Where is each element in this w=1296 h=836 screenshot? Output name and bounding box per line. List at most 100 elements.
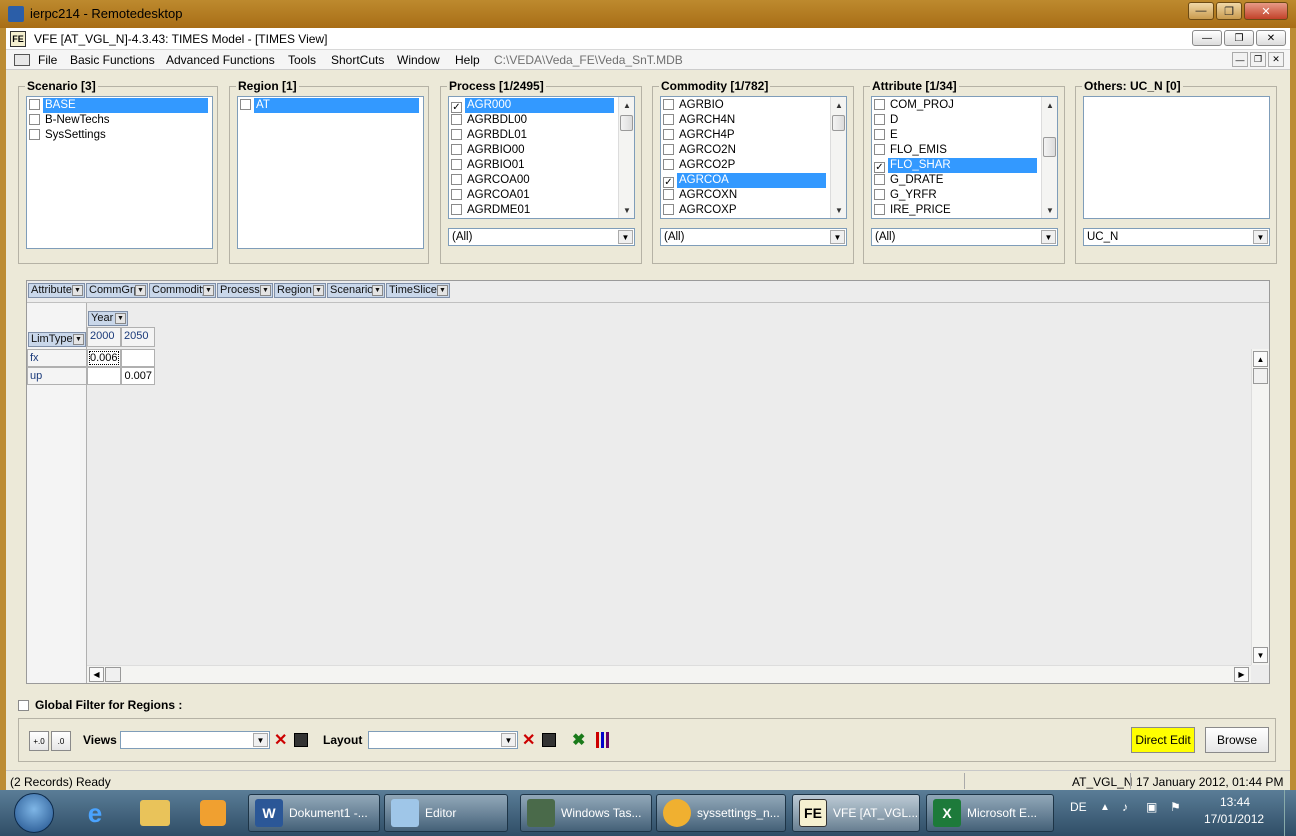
attribute-list[interactable]: COM_PROJ D E FLO_EMIS ✓ FLO_SHAR G_DRATE … [871, 96, 1058, 219]
commodity-scrollbar[interactable]: ▲ ▼ [830, 97, 846, 218]
browse-button[interactable]: Browse [1205, 727, 1269, 753]
list-item[interactable]: AGRCO2N [663, 143, 738, 158]
menu-help[interactable]: Help [455, 53, 480, 67]
menu-basic-functions[interactable]: Basic Functions [70, 53, 155, 67]
checkbox[interactable]: ✓ [663, 177, 674, 188]
delete-layout-icon[interactable]: ✕ [522, 730, 535, 750]
app-titlebar[interactable]: FE VFE [AT_VGL_N]-4.3.43: TIMES Model - … [6, 28, 1290, 50]
checkbox[interactable] [874, 144, 885, 155]
checkbox[interactable] [663, 144, 674, 155]
chevron-down-icon[interactable]: ▼ [253, 733, 268, 747]
checkbox[interactable] [663, 129, 674, 140]
menu-shortcuts[interactable]: ShortCuts [331, 53, 384, 67]
clock-time[interactable]: 13:44 [1220, 795, 1250, 809]
checkbox[interactable] [874, 189, 885, 200]
checkbox[interactable] [451, 129, 462, 140]
checkbox[interactable] [29, 129, 40, 140]
chevron-down-icon[interactable]: ▼ [260, 285, 271, 296]
scroll-right-icon[interactable]: ▶ [1234, 667, 1249, 682]
mdi-restore-button[interactable]: ❐ [1250, 52, 1266, 67]
scroll-down-icon[interactable]: ▼ [1253, 647, 1268, 663]
list-item[interactable]: D [874, 113, 900, 128]
list-item[interactable]: AGRBDL01 [451, 128, 529, 143]
others-combo[interactable]: UC_N ▼ [1083, 228, 1270, 246]
field-scenario[interactable]: Scenario ▼ [327, 283, 385, 298]
chevron-down-icon[interactable]: ▼ [501, 733, 516, 747]
scroll-up-icon[interactable]: ▲ [1253, 351, 1268, 367]
increase-decimals-button[interactable]: +.0 [29, 731, 49, 751]
column-header-2000[interactable]: 2000 [87, 327, 121, 347]
minimize-button[interactable]: — [1188, 2, 1214, 20]
checkbox[interactable] [663, 204, 674, 215]
list-item[interactable]: G_YRFR [874, 188, 939, 203]
list-item[interactable]: IRE_PRICE [874, 203, 953, 218]
global-filter-checkbox[interactable] [18, 700, 29, 711]
scroll-up-icon[interactable]: ▲ [831, 97, 847, 113]
field-process[interactable]: Process ▼ [217, 283, 273, 298]
scroll-down-icon[interactable]: ▼ [831, 202, 847, 218]
checkbox[interactable] [29, 114, 40, 125]
data-cell[interactable]: 0.007 [121, 367, 155, 385]
commodity-list[interactable]: AGRBIO AGRCH4N AGRCH4P AGRCO2N AGRCO2P ✓… [660, 96, 847, 219]
scroll-thumb[interactable] [832, 115, 845, 131]
list-item[interactable]: AGRCOXP [663, 203, 739, 218]
chevron-down-icon[interactable]: ▼ [372, 285, 383, 296]
attribute-scrollbar[interactable]: ▲ ▼ [1041, 97, 1057, 218]
list-item[interactable]: AGRCOA00 [451, 173, 532, 188]
decrease-decimals-button[interactable]: .0 [51, 731, 71, 751]
menu-tools[interactable]: Tools [288, 53, 316, 67]
grid-vertical-scrollbar[interactable]: ▲ ▼ [1251, 349, 1269, 665]
list-item[interactable]: AGRCO2P [663, 158, 737, 173]
field-year[interactable]: Year ▼ [88, 311, 128, 326]
scroll-thumb[interactable] [620, 115, 633, 131]
chevron-down-icon[interactable]: ▼ [618, 230, 633, 244]
checkbox[interactable] [240, 99, 251, 110]
list-item[interactable]: AGRDME01 [451, 203, 532, 218]
chevron-down-icon[interactable]: ▼ [72, 285, 83, 296]
checkbox[interactable] [29, 99, 40, 110]
scroll-down-icon[interactable]: ▼ [619, 202, 635, 218]
language-indicator[interactable]: DE [1070, 800, 1087, 814]
app-close-button[interactable]: ✕ [1256, 30, 1286, 46]
chevron-down-icon[interactable]: ▼ [115, 313, 126, 324]
media-player-icon[interactable] [200, 800, 226, 826]
data-cell[interactable] [121, 349, 155, 367]
show-desktop-button[interactable] [1284, 790, 1296, 836]
explorer-icon[interactable] [140, 800, 170, 826]
list-item[interactable]: AGRCOXN [663, 188, 739, 203]
list-item[interactable]: E [874, 128, 900, 143]
start-button[interactable] [14, 793, 54, 833]
save-layout-icon[interactable] [542, 733, 556, 747]
scroll-thumb[interactable] [1043, 137, 1056, 157]
list-item[interactable]: FLO_EMIS [874, 143, 949, 158]
chevron-down-icon[interactable]: ▼ [437, 285, 448, 296]
task-vfe[interactable]: FE VFE [AT_VGL... [792, 794, 920, 832]
checkbox[interactable] [451, 159, 462, 170]
process-scrollbar[interactable]: ▲ ▼ [618, 97, 634, 218]
list-item[interactable]: AGRBDL00 [451, 113, 529, 128]
field-commodity[interactable]: Commodity ▼ [149, 283, 216, 298]
field-timeslice[interactable]: TimeSlice ▼ [386, 283, 450, 298]
task-word[interactable]: W Dokument1 -... [248, 794, 380, 832]
task-syssettings[interactable]: syssettings_n... [656, 794, 786, 832]
list-item[interactable]: AGRCOA01 [451, 188, 532, 203]
scroll-left-icon[interactable]: ◀ [89, 667, 104, 682]
field-commgrp[interactable]: CommGrp ▼ [86, 283, 148, 298]
checkbox[interactable] [874, 204, 885, 215]
checkbox[interactable] [451, 144, 462, 155]
chevron-down-icon[interactable]: ▼ [1253, 230, 1268, 244]
list-item[interactable]: AGRCH4N [663, 113, 737, 128]
process-combo[interactable]: (All) ▼ [448, 228, 635, 246]
mdi-minimize-button[interactable]: — [1232, 52, 1248, 67]
close-button[interactable]: ✕ [1244, 2, 1288, 20]
list-item[interactable]: ✓ AGR000 [451, 98, 618, 113]
list-item[interactable]: COM_PROJ [874, 98, 956, 113]
field-limtype[interactable]: LimType ▼ [28, 332, 86, 347]
list-item[interactable]: AGRCH4P [663, 128, 737, 143]
list-item[interactable]: AT [240, 98, 423, 113]
menu-file[interactable]: File [38, 53, 57, 67]
checkbox[interactable] [451, 114, 462, 125]
list-item[interactable]: AGRBIO00 [451, 143, 527, 158]
checkbox[interactable]: ✓ [874, 162, 885, 173]
network-icon[interactable]: ▣ [1146, 800, 1157, 814]
